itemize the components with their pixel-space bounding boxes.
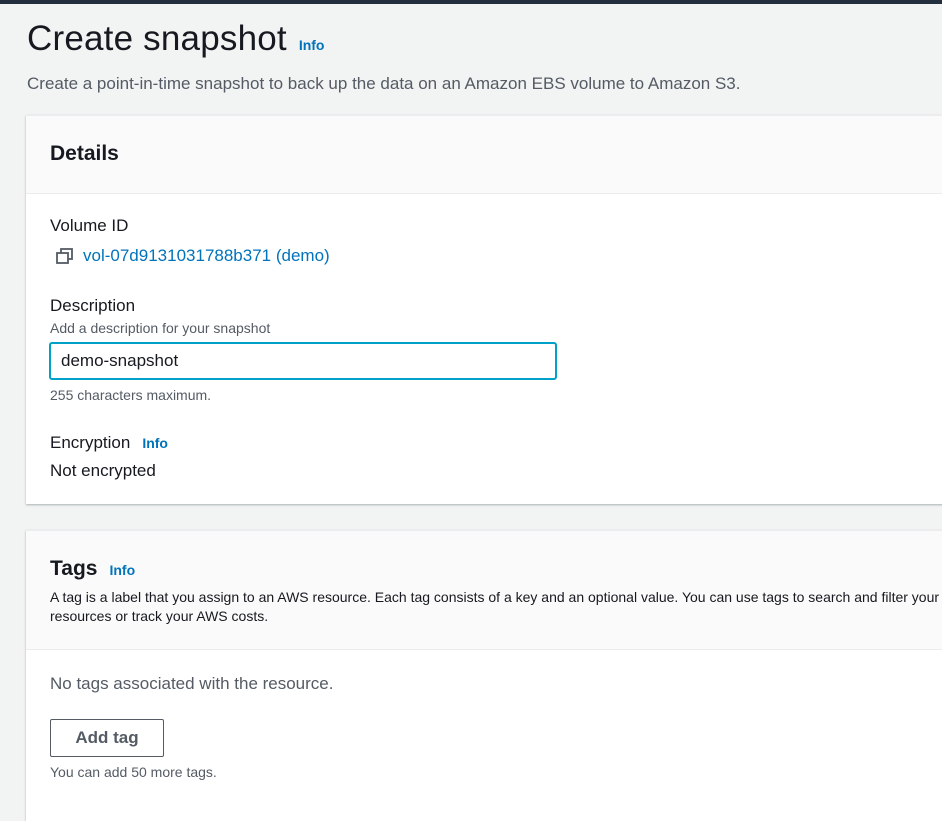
encryption-info-link[interactable]: Info (142, 435, 168, 451)
volume-id-label: Volume ID (50, 216, 129, 235)
tags-title-row: Tags Info (50, 557, 135, 581)
page-info-link[interactable]: Info (299, 37, 325, 53)
title-row: Create snapshot Info (27, 18, 927, 60)
description-hint: Add a description for your snapshot (50, 320, 271, 336)
description-input[interactable] (49, 342, 557, 380)
tags-empty-text: No tags associated with the resource. (50, 674, 334, 693)
encryption-label: Encryption (50, 433, 131, 452)
encryption-value: Not encrypted (50, 461, 156, 480)
page-header: Create snapshot Info Create a point-in-t… (27, 18, 927, 95)
details-heading: Details (50, 142, 119, 165)
volume-id-link[interactable]: vol-07d9131031788b371 (demo) (83, 246, 330, 266)
tags-heading: Tags (50, 557, 98, 580)
page-title: Create snapshot (27, 19, 287, 58)
details-panel-header (26, 116, 942, 194)
add-tag-button[interactable]: Add tag (50, 719, 164, 757)
tags-info-link[interactable]: Info (109, 562, 135, 578)
details-panel: Details Volume ID vol-07d9131031788b371 … (26, 115, 942, 504)
copy-icon[interactable] (56, 248, 74, 264)
tags-description: A tag is a label that you assign to an A… (50, 589, 940, 624)
encryption-label-row: Encryption Info (50, 433, 168, 453)
tags-panel: Tags Info A tag is a label that you assi… (26, 530, 942, 821)
top-navigation-bar (0, 0, 942, 4)
description-constraint: 255 characters maximum. (50, 387, 212, 403)
description-label: Description (50, 296, 136, 315)
tags-remaining-hint: You can add 50 more tags. (50, 764, 217, 780)
page-subtitle: Create a point-in-time snapshot to back … (27, 74, 741, 93)
